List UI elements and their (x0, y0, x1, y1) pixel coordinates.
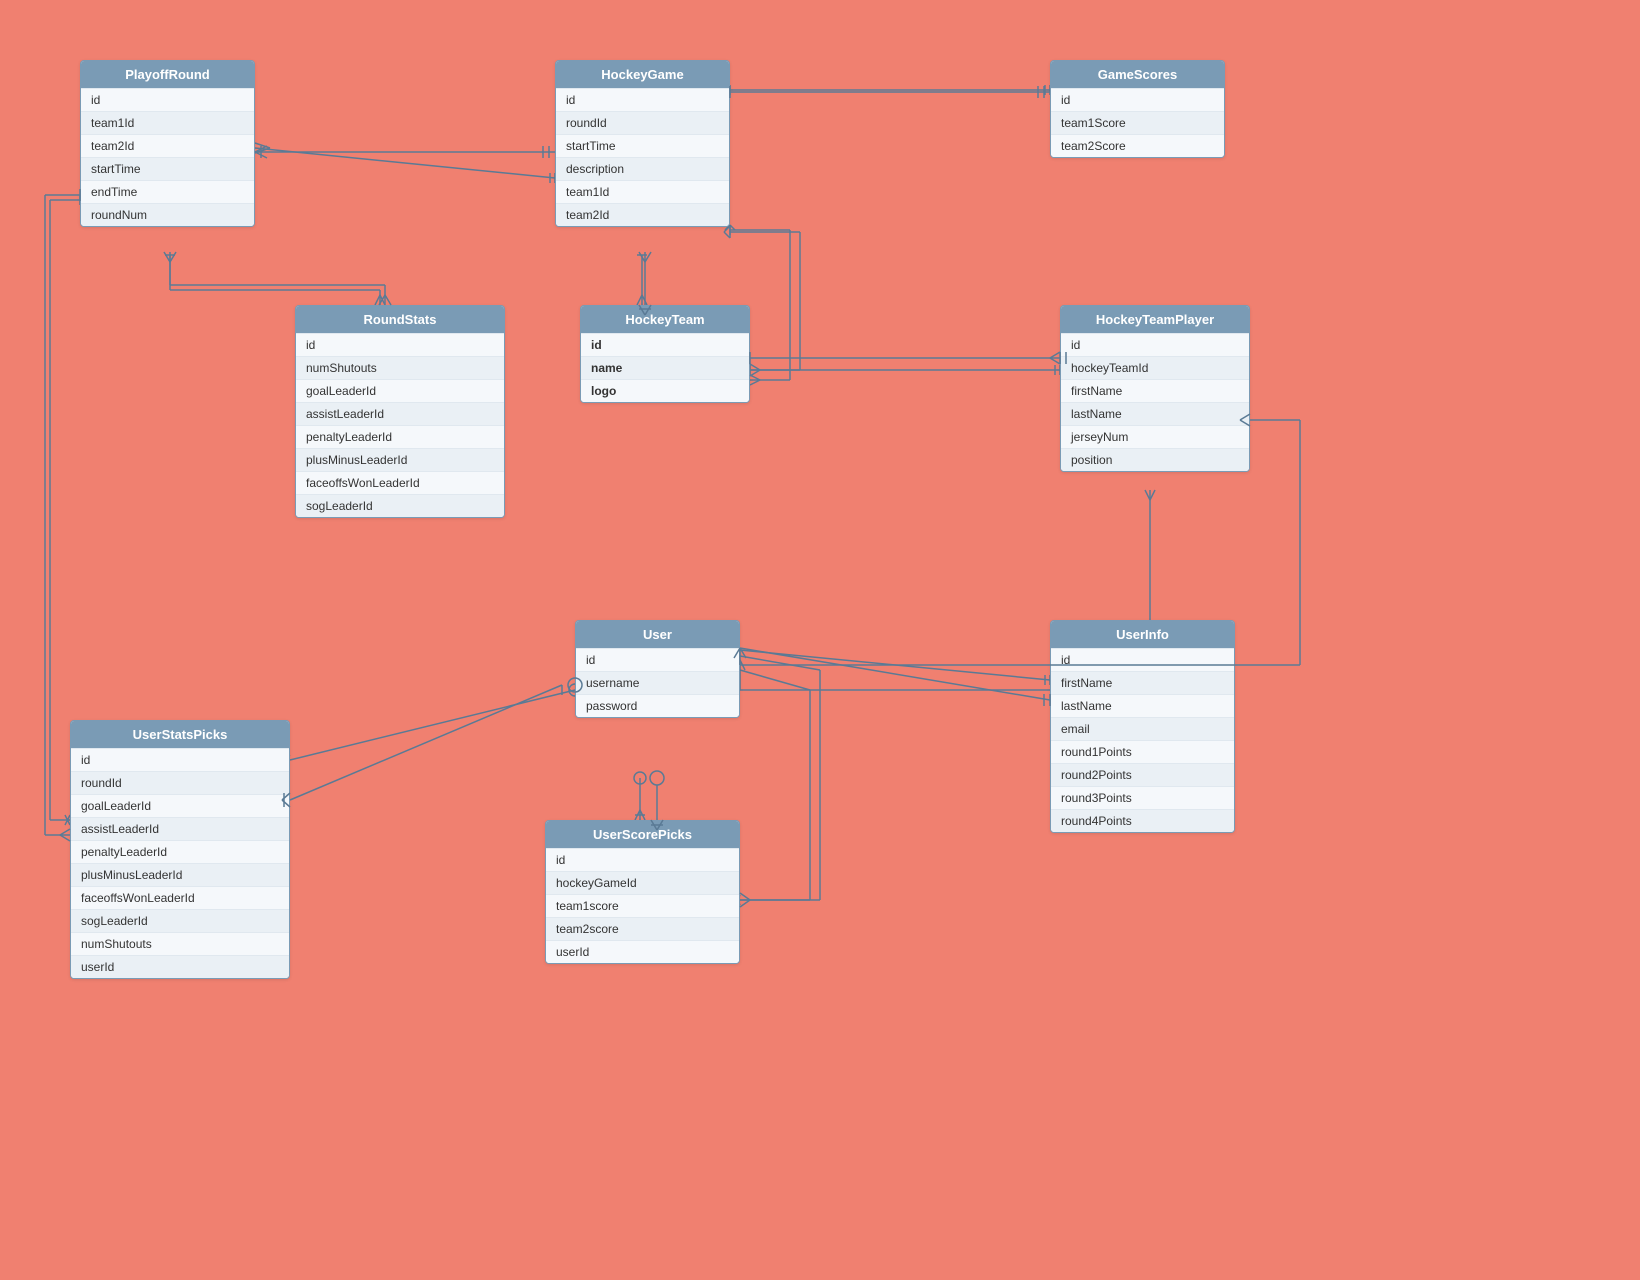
field-rs-penaltyleaderid: penaltyLeaderId (296, 425, 504, 448)
entity-user-info: UserInfo id firstName lastName email rou… (1050, 620, 1235, 833)
field-u-username: username (576, 671, 739, 694)
field-uscp-userid: userId (546, 940, 739, 963)
field-hg-team2id: team2Id (556, 203, 729, 226)
field-ui-lastname: lastName (1051, 694, 1234, 717)
field-rs-numshutouts: numShutouts (296, 356, 504, 379)
entity-user-score-picks: UserScorePicks id hockeyGameId team1scor… (545, 820, 740, 964)
field-ht-logo: logo (581, 379, 749, 402)
field-ui-round3points: round3Points (1051, 786, 1234, 809)
entity-header-user: User (576, 621, 739, 648)
field-ui-round1points: round1Points (1051, 740, 1234, 763)
entity-hockey-team-player: HockeyTeamPlayer id hockeyTeamId firstNa… (1060, 305, 1250, 472)
field-usp-faceoffswonleaderid: faceoffsWonLeaderId (71, 886, 289, 909)
field-hg-id: id (556, 88, 729, 111)
entity-round-stats: RoundStats id numShutouts goalLeaderId a… (295, 305, 505, 518)
entity-header-user-score-picks: UserScorePicks (546, 821, 739, 848)
field-usp-sogleaderid: sogLeaderId (71, 909, 289, 932)
entity-hockey-team: HockeyTeam id name logo (580, 305, 750, 403)
field-uscp-id: id (546, 848, 739, 871)
field-htp-id: id (1061, 333, 1249, 356)
field-u-id: id (576, 648, 739, 671)
field-rs-id: id (296, 333, 504, 356)
entity-header-user-info: UserInfo (1051, 621, 1234, 648)
entity-header-hockey-team-player: HockeyTeamPlayer (1061, 306, 1249, 333)
field-usp-plusminusleaderid: plusMinusLeaderId (71, 863, 289, 886)
field-hg-roundid: roundId (556, 111, 729, 134)
field-pr-team1id: team1Id (81, 111, 254, 134)
field-rs-sogleaderid: sogLeaderId (296, 494, 504, 517)
field-rs-assistleaderid: assistLeaderId (296, 402, 504, 425)
field-pr-endtime: endTime (81, 180, 254, 203)
field-gs-id: id (1051, 88, 1224, 111)
field-ui-round4points: round4Points (1051, 809, 1234, 832)
field-rs-goalleaderid: goalLeaderId (296, 379, 504, 402)
field-rs-plusminusleaderid: plusMinusLeaderId (296, 448, 504, 471)
field-usp-penaltyleaderid: penaltyLeaderId (71, 840, 289, 863)
field-ht-id: id (581, 333, 749, 356)
field-pr-starttime: startTime (81, 157, 254, 180)
entity-header-round-stats: RoundStats (296, 306, 504, 333)
entity-header-user-stats-picks: UserStatsPicks (71, 721, 289, 748)
field-ui-id: id (1051, 648, 1234, 671)
field-uscp-team2score: team2score (546, 917, 739, 940)
entity-header-hockey-game: HockeyGame (556, 61, 729, 88)
field-ui-email: email (1051, 717, 1234, 740)
field-usp-roundid: roundId (71, 771, 289, 794)
field-pr-id: id (81, 88, 254, 111)
field-htp-firstname: firstName (1061, 379, 1249, 402)
field-ht-name: name (581, 356, 749, 379)
field-u-password: password (576, 694, 739, 717)
field-usp-userid: userId (71, 955, 289, 978)
field-rs-faceoffswonleaderid: faceoffsWonLeaderId (296, 471, 504, 494)
field-hg-description: description (556, 157, 729, 180)
entity-header-playoff-round: PlayoffRound (81, 61, 254, 88)
field-usp-goalleaderid: goalLeaderId (71, 794, 289, 817)
field-pr-roundnum: roundNum (81, 203, 254, 226)
entity-user-stats-picks: UserStatsPicks id roundId goalLeaderId a… (70, 720, 290, 979)
entity-header-hockey-team: HockeyTeam (581, 306, 749, 333)
field-usp-assistleaderid: assistLeaderId (71, 817, 289, 840)
entity-user: User id username password (575, 620, 740, 718)
field-htp-position: position (1061, 448, 1249, 471)
entity-hockey-game: HockeyGame id roundId startTime descript… (555, 60, 730, 227)
field-htp-jerseynum: jerseyNum (1061, 425, 1249, 448)
entity-game-scores: GameScores id team1Score team2Score (1050, 60, 1225, 158)
field-hg-team1id: team1Id (556, 180, 729, 203)
field-uscp-team1score: team1score (546, 894, 739, 917)
field-uscp-hockeygameid: hockeyGameId (546, 871, 739, 894)
field-ui-round2points: round2Points (1051, 763, 1234, 786)
field-usp-id: id (71, 748, 289, 771)
field-hg-starttime: startTime (556, 134, 729, 157)
field-ui-firstname: firstName (1051, 671, 1234, 694)
field-htp-lastname: lastName (1061, 402, 1249, 425)
field-usp-numshutouts: numShutouts (71, 932, 289, 955)
field-htp-hockeyteamid: hockeyTeamId (1061, 356, 1249, 379)
field-pr-team2id: team2Id (81, 134, 254, 157)
entity-header-game-scores: GameScores (1051, 61, 1224, 88)
field-gs-team2score: team2Score (1051, 134, 1224, 157)
field-gs-team1score: team1Score (1051, 111, 1224, 134)
entity-playoff-round: PlayoffRound id team1Id team2Id startTim… (80, 60, 255, 227)
